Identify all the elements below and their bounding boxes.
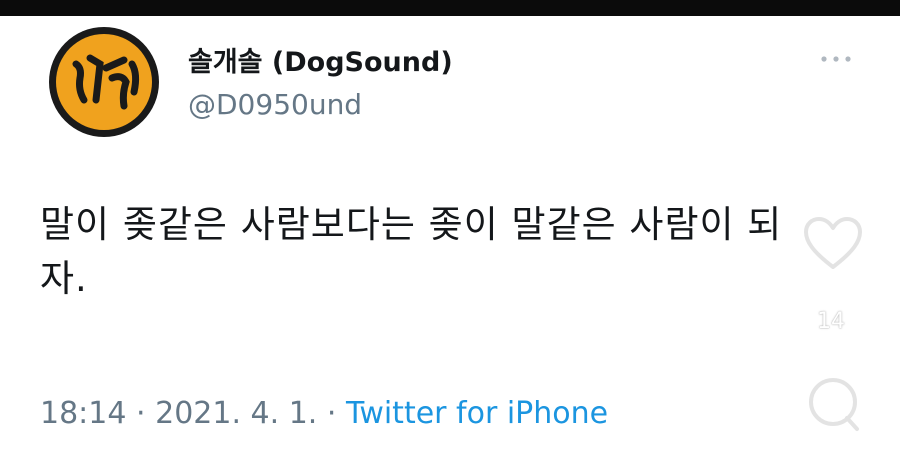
- display-name[interactable]: 솔개솔 (DogSound): [188, 40, 453, 79]
- comment-icon[interactable]: [802, 373, 864, 435]
- overlay-actions: 14: [800, 205, 870, 455]
- top-bar: [0, 0, 900, 16]
- heart-icon[interactable]: [802, 215, 864, 273]
- tweet-text: 말이 좆같은 사람보다는 좆이 말같은 사람이 되자.: [40, 203, 783, 300]
- user-handle[interactable]: @D0950und: [188, 88, 362, 121]
- more-options-icon[interactable]: [818, 48, 854, 70]
- meta-separator: ·: [136, 396, 146, 431]
- avatar[interactable]: [46, 24, 162, 140]
- tweet-screenshot: 솔개솔 (DogSound) @D0950und 말이 좆같은 사람보다는 좆이…: [0, 0, 900, 461]
- tweet-time: 18:14: [40, 396, 127, 431]
- tweet-date: 2021. 4. 1.: [155, 396, 318, 431]
- tweet-source-link[interactable]: Twitter for iPhone: [346, 396, 608, 431]
- like-count: 14: [817, 309, 845, 334]
- meta-separator: ·: [326, 396, 337, 431]
- tweet-meta: 18:14 · 2021. 4. 1. · Twitter for iPhone: [40, 396, 608, 431]
